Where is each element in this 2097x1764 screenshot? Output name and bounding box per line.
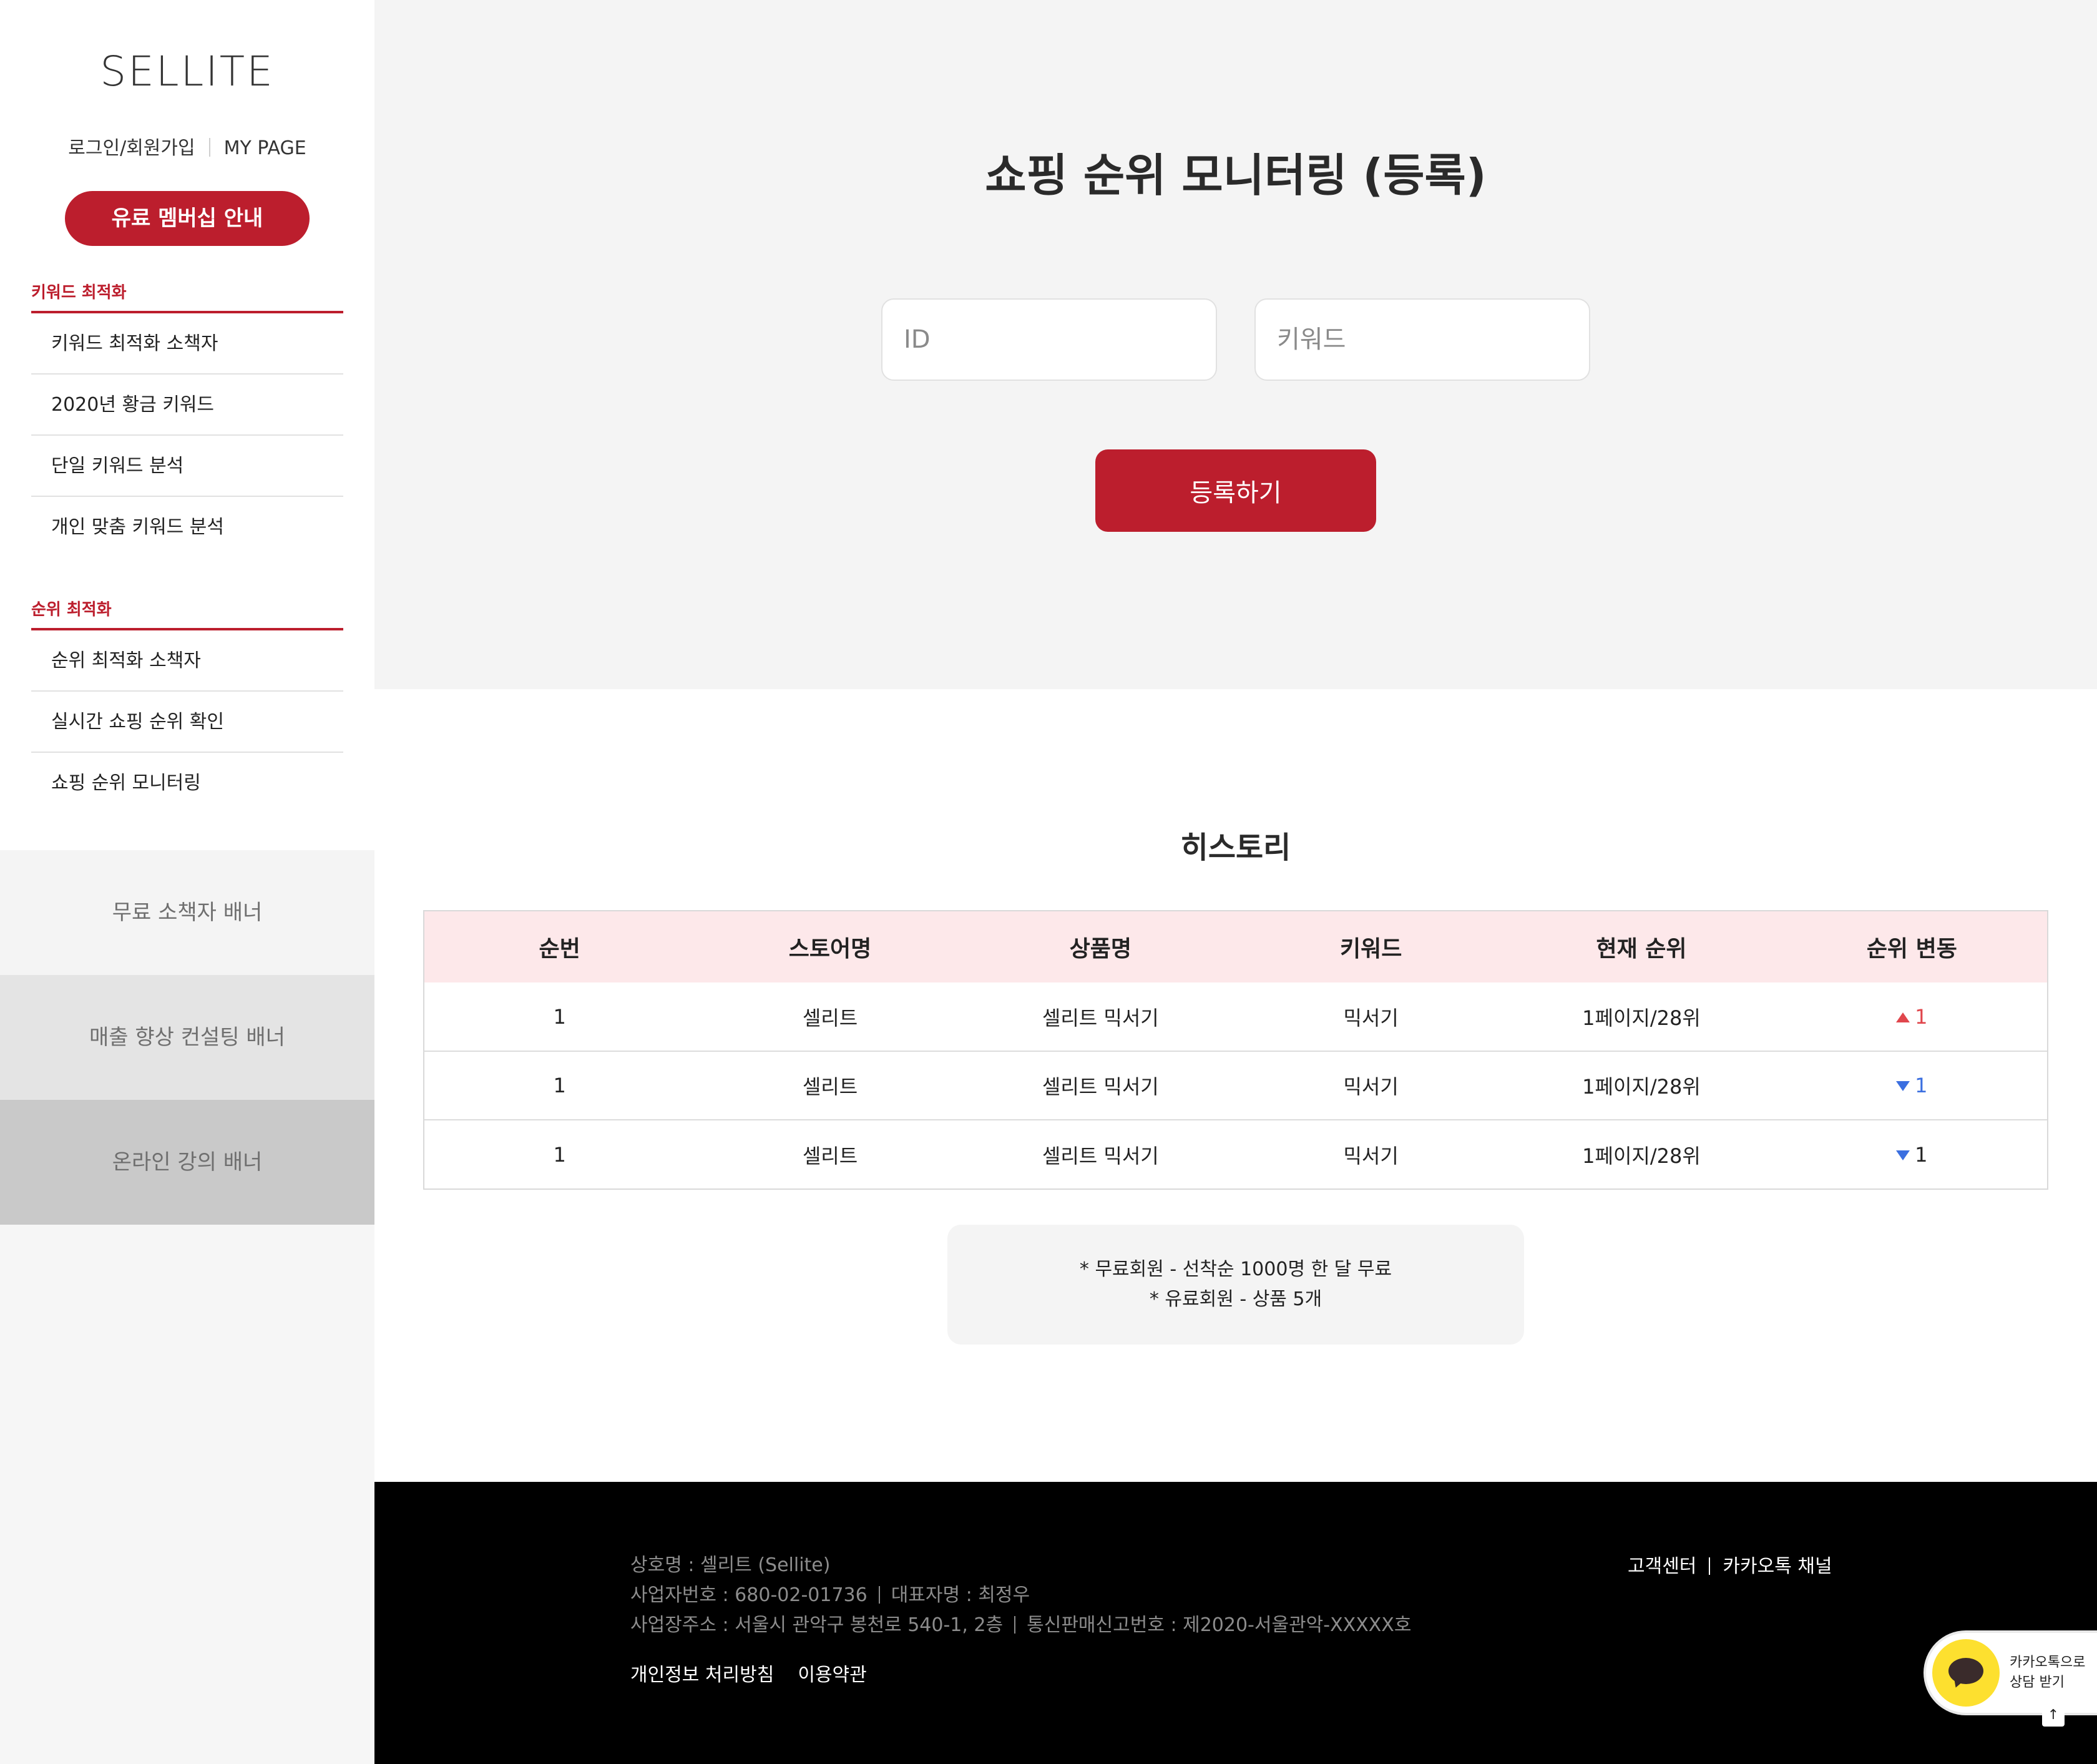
notice-line-paid: * 유료회원 - 상품 5개 (1149, 1288, 1322, 1310)
footer-address: 사업장주소 : 서울시 관악구 봉천로 540-1, 2층 (630, 1614, 1004, 1636)
cell-store: 셀리트 (802, 1006, 858, 1030)
membership-notice: * 무료회원 - 선착순 1000명 한 달 무료 * 유료회원 - 상품 5개 (947, 1225, 1524, 1345)
sidebar-item-rank-booklet[interactable]: 순위 최적화 소책자 (31, 630, 343, 692)
login-link[interactable]: 로그인/회원가입 (68, 137, 195, 159)
cell-rank: 1페이지/28위 (1582, 1075, 1701, 1099)
auth-divider (208, 138, 210, 157)
page-title: 쇼핑 순위 모니터링 (등록) (985, 149, 1487, 202)
cell-store: 셀리트 (802, 1144, 858, 1168)
register-button[interactable]: 등록하기 (1095, 449, 1376, 532)
cell-keyword: 믹서기 (1343, 1075, 1399, 1099)
footer-business-info: 상호명 : 셀리트 (Sellite) 사업자번호 : 680-02-01736… (630, 1551, 1411, 1640)
footer-line-3: 사업장주소 : 서울시 관악구 봉천로 540-1, 2층 통신판매신고번호 : … (630, 1610, 1411, 1640)
auth-links: 로그인/회원가입 MY PAGE (0, 132, 374, 160)
kakao-widget-line1: 카카오톡으로 (2010, 1655, 2086, 1670)
cell-product: 셀리트 믹서기 (1042, 1075, 1159, 1099)
column-header-keyword: 키워드 (1339, 936, 1402, 962)
kakao-channel-link[interactable]: 카카오톡 채널 (1723, 1556, 1832, 1577)
menu-group-keyword: 키워드 최적화 키워드 최적화 소책자 2020년 황금 키워드 단일 키워드 … (31, 280, 343, 558)
rank-up-icon (1896, 1012, 1910, 1022)
membership-button[interactable]: 유료 멤버십 안내 (65, 191, 310, 246)
sidebar: SELLITE 로그인/회원가입 MY PAGE 유료 멤버십 안내 키워드 최적… (0, 0, 374, 1764)
logo[interactable]: SELLITE (0, 47, 374, 96)
footer-biz-number: 사업자번호 : 680-02-01736 (630, 1584, 868, 1606)
cell-rank: 1페이지/28위 (1582, 1144, 1701, 1168)
footer-ceo: 대표자명 : 최정우 (891, 1584, 1030, 1606)
footer-policy-links: 개인정보 처리방침 이용약관 (630, 1659, 891, 1687)
mypage-link[interactable]: MY PAGE (224, 137, 306, 159)
footer-line-2: 사업자번호 : 680-02-01736 대표자명 : 최정우 (630, 1580, 1411, 1610)
kakao-widget-line2: 상담 받기 (2010, 1675, 2065, 1690)
cell-no: 1 (553, 1074, 566, 1097)
sidebar-item-keyword-booklet[interactable]: 키워드 최적화 소책자 (31, 313, 343, 375)
cell-change: 1 (1777, 982, 2047, 1051)
cell-no: 1 (553, 1142, 566, 1167)
menu-group-title: 키워드 최적화 (31, 280, 343, 313)
footer-divider (878, 1586, 880, 1604)
table-row: 1 셀리트 셀리트 믹서기 믹서기 1페이지/28위 1 (424, 982, 2047, 1051)
table-header-row: 순번 스토어명 상품명 키워드 현재 순위 순위 변동 (424, 911, 2047, 982)
banner-free-booklet[interactable]: 무료 소책자 배너 (0, 850, 374, 975)
kakao-chat-icon (1932, 1639, 2000, 1707)
kakao-consult-widget[interactable]: 카카오톡으로 상담 받기 (1926, 1633, 2097, 1713)
cell-keyword: 믹서기 (1343, 1144, 1399, 1168)
rank-down-icon (1896, 1150, 1910, 1160)
kakao-widget-text: 카카오톡으로 상담 받기 (2010, 1653, 2085, 1693)
sidebar-item-custom-keyword[interactable]: 개인 맞춤 키워드 분석 (31, 497, 343, 558)
notice-line-free: * 무료회원 - 선착순 1000명 한 달 무료 (1079, 1258, 1392, 1280)
table-row: 1 셀리트 셀리트 믹서기 믹서기 1페이지/28위 1 (424, 1051, 2047, 1120)
registration-section: 쇼핑 순위 모니터링 (등록) 등록하기 (374, 0, 2097, 689)
cell-product: 셀리트 믹서기 (1042, 1144, 1159, 1168)
footer: 상호명 : 셀리트 (Sellite) 사업자번호 : 680-02-01736… (374, 1482, 2097, 1764)
change-value: 1 (1915, 1142, 1928, 1167)
column-header-no: 순번 (539, 936, 580, 962)
footer-divider (1709, 1557, 1711, 1575)
sidebar-item-realtime-rank[interactable]: 실시간 쇼핑 순위 확인 (31, 692, 343, 753)
cell-rank: 1페이지/28위 (1582, 1006, 1701, 1030)
cell-change: 1 (1777, 1120, 2047, 1188)
footer-mail-order: 통신판매신고번호 : 제2020-서울관악-XXXXX호 (1027, 1614, 1412, 1636)
sidebar-item-golden-keywords[interactable]: 2020년 황금 키워드 (31, 375, 343, 436)
id-input[interactable] (881, 298, 1217, 381)
change-value: 1 (1915, 1004, 1928, 1029)
cell-keyword: 믹서기 (1343, 1006, 1399, 1030)
customer-center-link[interactable]: 고객센터 (1628, 1556, 1696, 1577)
terms-link[interactable]: 이용약관 (798, 1664, 866, 1686)
history-table: 순번 스토어명 상품명 키워드 현재 순위 순위 변동 1 셀리트 셀리트 믹서… (423, 910, 2048, 1190)
column-header-change: 순위 변동 (1866, 936, 1957, 962)
cell-product: 셀리트 믹서기 (1042, 1006, 1159, 1030)
menu-group-rank: 순위 최적화 순위 최적화 소책자 실시간 쇼핑 순위 확인 쇼핑 순위 모니터… (31, 597, 343, 814)
footer-company: 상호명 : 셀리트 (Sellite) (630, 1554, 831, 1576)
history-title: 히스토리 (1180, 830, 1291, 865)
column-header-product: 상품명 (1069, 936, 1132, 962)
privacy-policy-link[interactable]: 개인정보 처리방침 (630, 1664, 774, 1686)
cell-no: 1 (553, 1004, 566, 1029)
rank-down-icon (1896, 1081, 1910, 1091)
menu-group-title: 순위 최적화 (31, 597, 343, 630)
column-header-store: 스토어명 (788, 936, 872, 962)
footer-support-links: 고객센터 카카오톡 채널 (1628, 1551, 1832, 1578)
change-value: 1 (1915, 1074, 1928, 1097)
cell-change: 1 (1777, 1051, 2047, 1120)
banner-online-course[interactable]: 온라인 강의 배너 (0, 1100, 374, 1225)
sidebar-item-single-keyword[interactable]: 단일 키워드 분석 (31, 436, 343, 497)
sidebar-item-rank-monitoring[interactable]: 쇼핑 순위 모니터링 (31, 753, 343, 814)
column-header-rank: 현재 순위 (1596, 936, 1687, 962)
scroll-top-icon[interactable]: ↑ (2042, 1704, 2065, 1727)
keyword-input[interactable] (1254, 298, 1590, 381)
footer-divider (1014, 1616, 1016, 1634)
cell-store: 셀리트 (802, 1075, 858, 1099)
table-row: 1 셀리트 셀리트 믹서기 믹서기 1페이지/28위 1 (424, 1120, 2047, 1188)
sidebar-top: SELLITE 로그인/회원가입 MY PAGE 유료 멤버십 안내 키워드 최적… (0, 0, 374, 850)
banner-consulting[interactable]: 매출 향상 컨설팅 배너 (0, 975, 374, 1100)
